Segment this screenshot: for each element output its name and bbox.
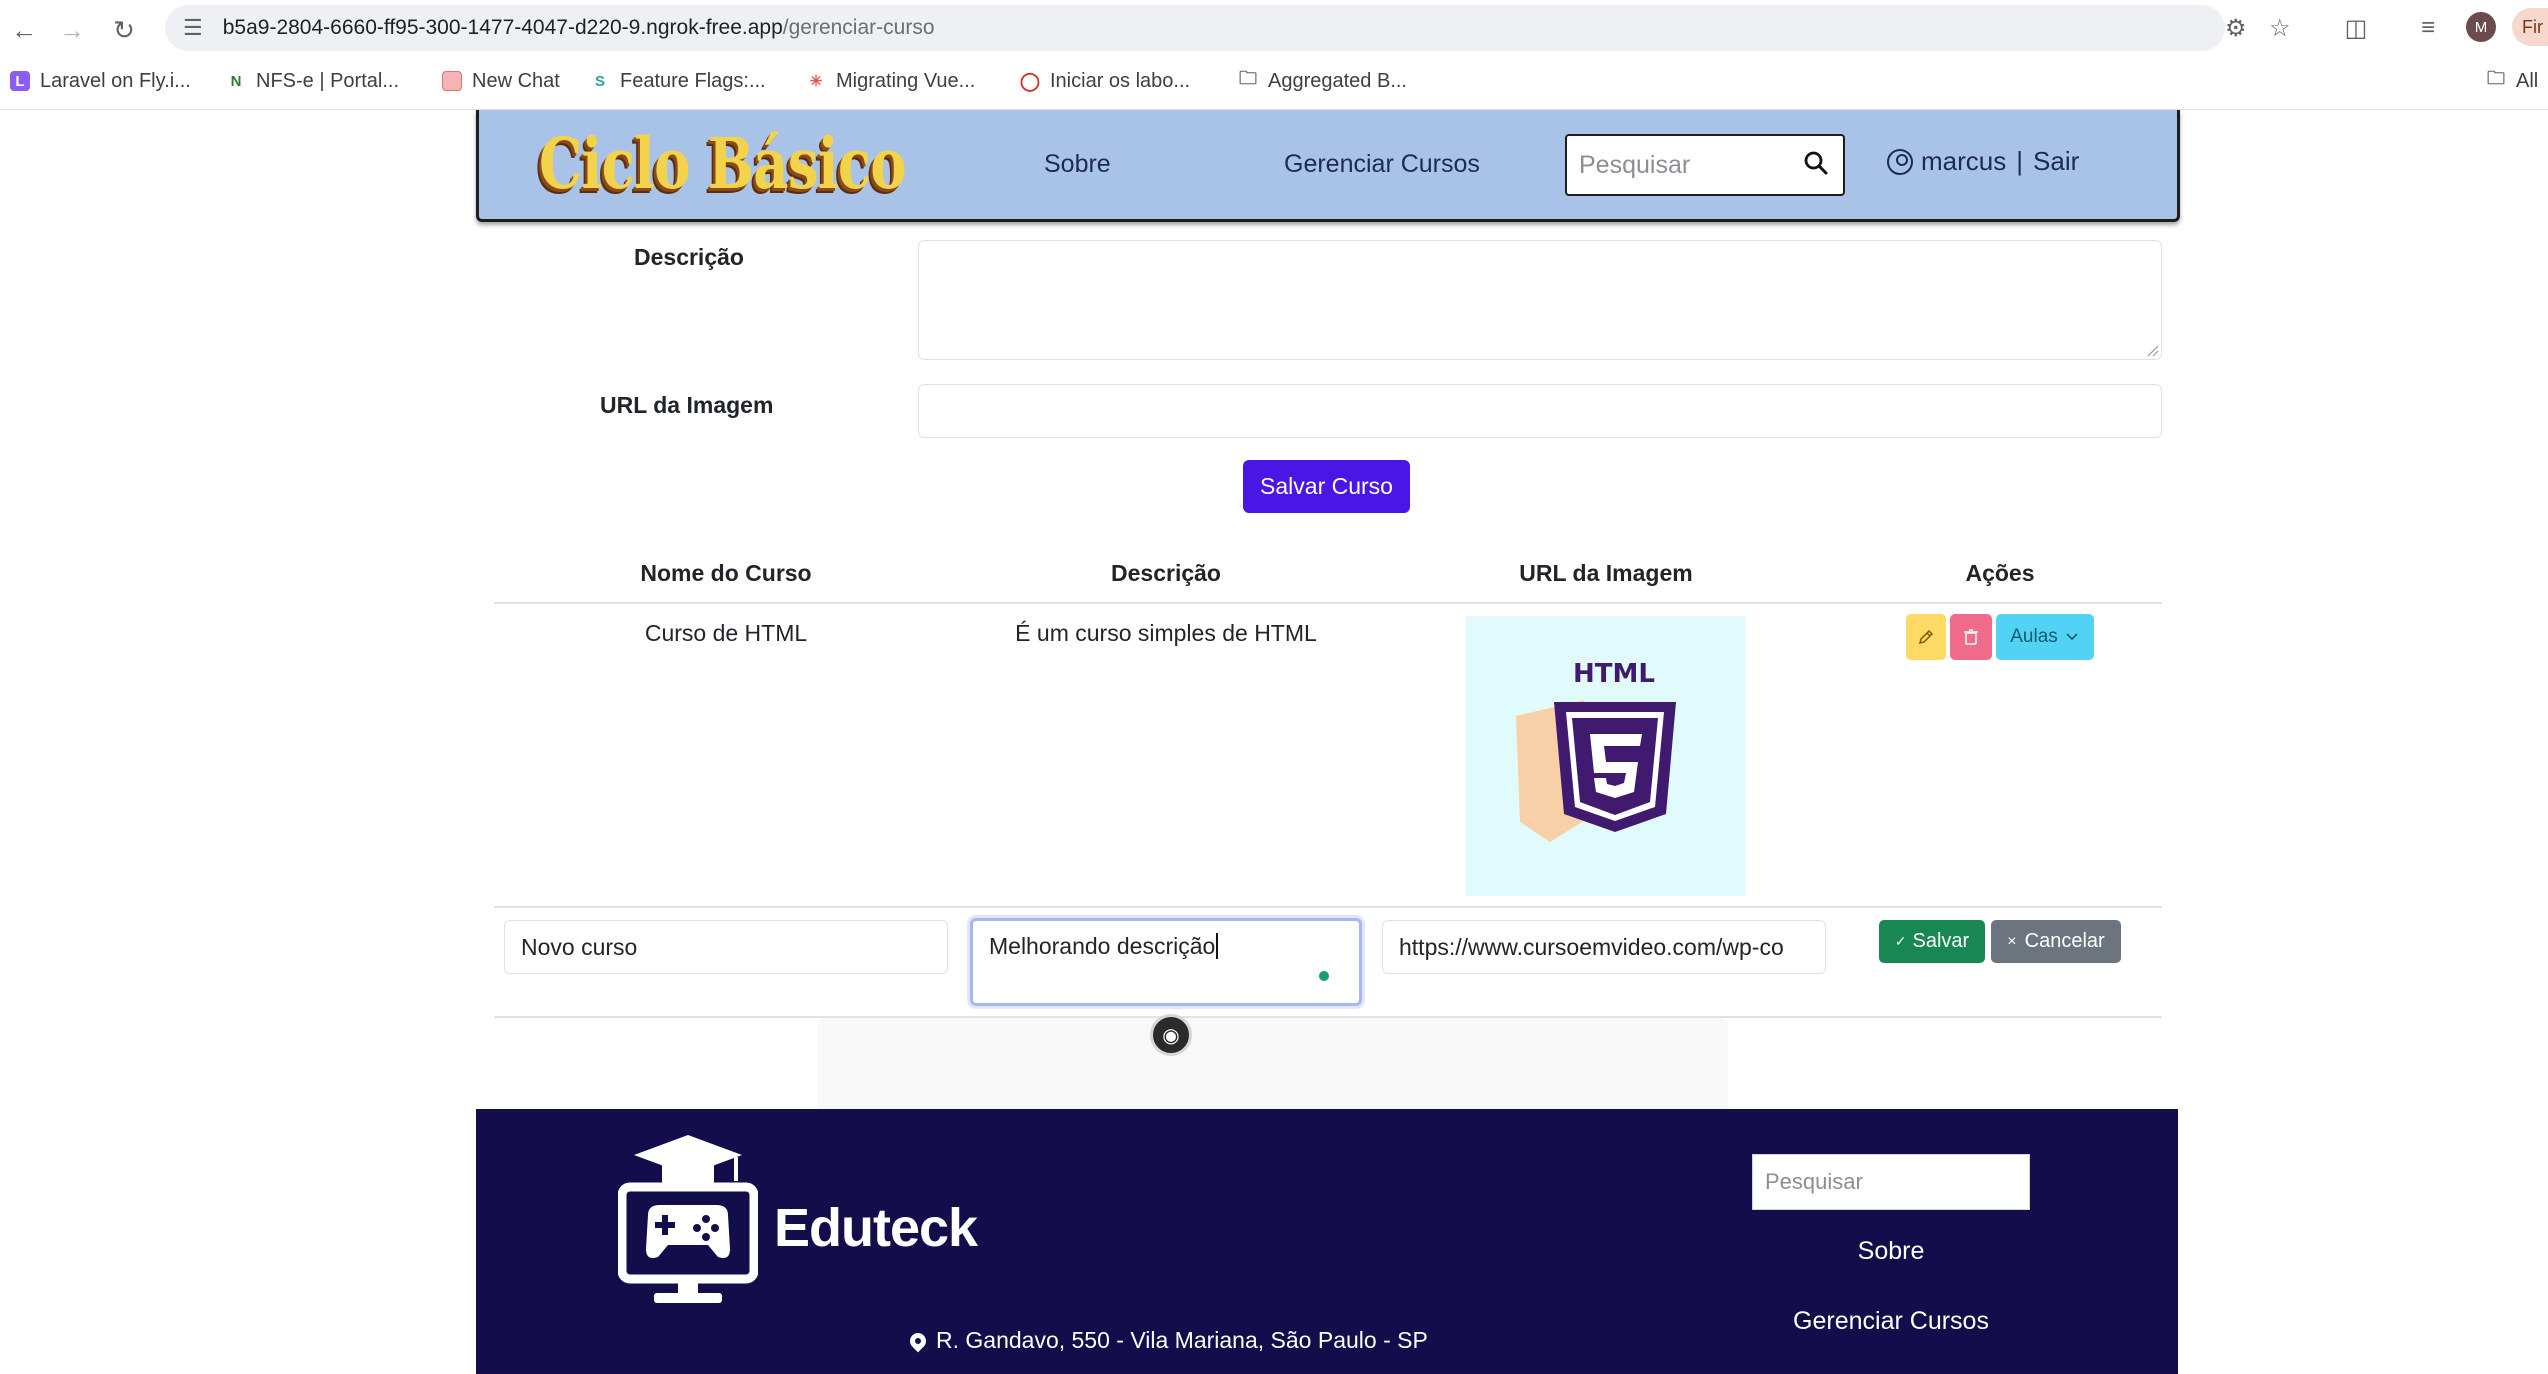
site-settings-icon[interactable]: ☰ [183, 15, 203, 41]
all-bookmarks[interactable]: 🗀 All [2486, 66, 2538, 96]
lessons-label: Aulas [2010, 626, 2058, 647]
trash-icon [1964, 629, 1978, 645]
laravel-icon: L [10, 71, 30, 91]
location-pin-icon [906, 1329, 930, 1352]
bookmark-item[interactable]: ✳ Migrating Vue... [806, 66, 975, 96]
url-path: /gerenciar-curso [782, 16, 935, 39]
chevron-down-icon [2066, 633, 2078, 641]
address-bar[interactable]: ☰ b5a9-2804-6660-ff95-300-1477-4047-d220… [165, 5, 2291, 51]
table-header-description: Descrição [1111, 560, 1221, 586]
course-description-cell: É um curso simples de HTML [1015, 620, 1317, 646]
course-name-cell: Curso de HTML [644, 620, 808, 646]
separator: | [2016, 146, 2024, 176]
table-header-image-url: URL da Imagem [1519, 560, 1693, 586]
edit-description-text: Melhorando descrição [989, 933, 1216, 959]
logout-link[interactable]: Sair [2033, 146, 2079, 177]
url-host: b5a9-2804-6660-ff95-300-1477-4047-d220-9… [222, 16, 783, 39]
flags-icon: S [590, 71, 610, 91]
bookmark-item[interactable]: L Laravel on Fly.i... [10, 66, 191, 96]
bookmark-item[interactable]: N NFS-e | Portal... [226, 66, 399, 96]
bookmark-label: Aggregated B... [1268, 69, 1407, 92]
footer-brand: Eduteck [774, 1198, 978, 1258]
edit-course-description-textarea[interactable]: Melhorando descrição [970, 918, 1362, 1006]
reading-list-icon[interactable]: ≡ [2410, 10, 2446, 46]
screen: ← → ↻ ☰ b5a9-2804-6660-ff95-300-1477-404… [0, 0, 2548, 1374]
course-image: HTML [1466, 616, 1746, 896]
bookmark-item[interactable]: S Feature Flags:... [590, 66, 766, 96]
bookmarks-bar: L Laravel on Fly.i... N NFS-e | Portal..… [0, 62, 2548, 98]
image-url-label: URL da Imagem [600, 392, 774, 418]
nfse-icon: N [226, 71, 246, 91]
edit-course-name-input[interactable]: Novo curso [504, 920, 948, 974]
folder-icon: 🗀 [2486, 68, 2506, 91]
forward-icon[interactable]: → [52, 10, 92, 50]
site-footer: Eduteck R. Gandavo, 550 - Vila Mariana, … [476, 1109, 2178, 1374]
bookmark-item[interactable]: ◯ Iniciar os labo... [1020, 66, 1190, 96]
footer-search [1752, 1154, 2030, 1210]
vue-icon: ✳ [806, 71, 826, 91]
footer-address-text: R. Gandavo, 550 - Vila Mariana, São Paul… [936, 1327, 1428, 1353]
finish-update-button[interactable]: Fir [2512, 8, 2548, 46]
screen-capture-icon[interactable]: ◉ [1150, 1014, 1192, 1056]
cancel-edit-label: Cancelar [2024, 930, 2105, 952]
html5-logo-icon: HTML [1516, 659, 1676, 842]
grammar-check-indicator [1319, 971, 1329, 981]
save-edit-button[interactable]: ✓ Salvar [1879, 920, 1985, 963]
bookmark-label: Iniciar os labo... [1050, 69, 1191, 92]
lab-icon: ◯ [1019, 70, 1041, 91]
header-search [1565, 134, 1845, 196]
header-search-input[interactable] [1579, 150, 1799, 180]
footer-address: R. Gandavo, 550 - Vila Mariana, São Paul… [906, 1327, 1428, 1354]
lessons-dropdown-button[interactable]: Aulas [1996, 614, 2094, 660]
user-circle-icon [1887, 148, 1913, 175]
table-header-name: Nome do Curso [640, 560, 812, 586]
profile-avatar[interactable]: M [2466, 12, 2496, 42]
close-icon: × [2007, 932, 2017, 950]
nav-link-gerenciar-cursos[interactable]: Gerenciar Cursos [1284, 150, 1480, 179]
bookmark-item[interactable]: 🗀 Aggregated B... [1238, 66, 1407, 96]
all-bookmarks-label: All [2516, 69, 2539, 92]
user-menu: marcus | Sair [1887, 146, 2079, 177]
pencil-icon [1918, 629, 1934, 645]
bookmark-star-icon[interactable]: ☆ [2269, 14, 2291, 43]
description-label: Descrição [634, 244, 744, 270]
cancel-edit-button[interactable]: × Cancelar [1991, 920, 2121, 963]
bookmark-item[interactable]: New Chat [442, 66, 560, 96]
bookmark-label: Feature Flags:... [620, 69, 766, 92]
footer-link-gerenciar-cursos[interactable]: Gerenciar Cursos [1732, 1307, 2050, 1336]
description-textarea[interactable] [918, 240, 2162, 360]
edit-course-button[interactable] [1906, 614, 1946, 660]
html-caption: HTML [1573, 659, 1655, 689]
chat-icon [442, 71, 462, 91]
table-divider [494, 602, 2162, 604]
save-edit-label: Salvar [1912, 930, 1970, 952]
site-header: Ciclo Básico Sobre Gerenciar Cursos marc… [476, 110, 2180, 222]
save-course-button[interactable]: Salvar Curso [1243, 460, 1410, 513]
footer-link-sobre[interactable]: Sobre [1752, 1237, 2030, 1266]
back-icon[interactable]: ← [4, 10, 44, 50]
resize-handle-icon[interactable] [2145, 343, 2159, 357]
table-divider [494, 906, 2162, 908]
image-url-input[interactable] [918, 384, 2162, 438]
site-logo[interactable]: Ciclo Básico [539, 124, 907, 204]
check-icon: ✓ [1894, 933, 1907, 949]
eduteck-logo-icon [618, 1135, 758, 1303]
table-header-actions: Ações [1965, 560, 2035, 586]
extensions-icon[interactable]: ◫ [2338, 10, 2374, 46]
edit-course-url-input[interactable]: https://www.cursoemvideo.com/wp-co [1382, 920, 1826, 974]
username[interactable]: marcus [1921, 146, 2006, 177]
delete-course-button[interactable] [1950, 614, 1992, 660]
footer-search-input[interactable] [1765, 1169, 2015, 1195]
nav-link-sobre[interactable]: Sobre [1044, 150, 1111, 179]
folder-icon: 🗀 [1238, 68, 1258, 91]
bookmark-label: New Chat [472, 69, 560, 92]
bookmark-label: Laravel on Fly.i... [40, 69, 191, 92]
bookmark-label: NFS-e | Portal... [256, 69, 400, 92]
reload-icon[interactable]: ↻ [104, 10, 144, 50]
password-key-icon[interactable]: ⚙ [2225, 14, 2247, 43]
bookmark-label: Migrating Vue... [836, 69, 976, 92]
text-caret [1216, 933, 1219, 959]
browser-chrome: ← → ↻ ☰ b5a9-2804-6660-ff95-300-1477-404… [0, 0, 2548, 110]
search-icon[interactable] [1803, 150, 1829, 176]
